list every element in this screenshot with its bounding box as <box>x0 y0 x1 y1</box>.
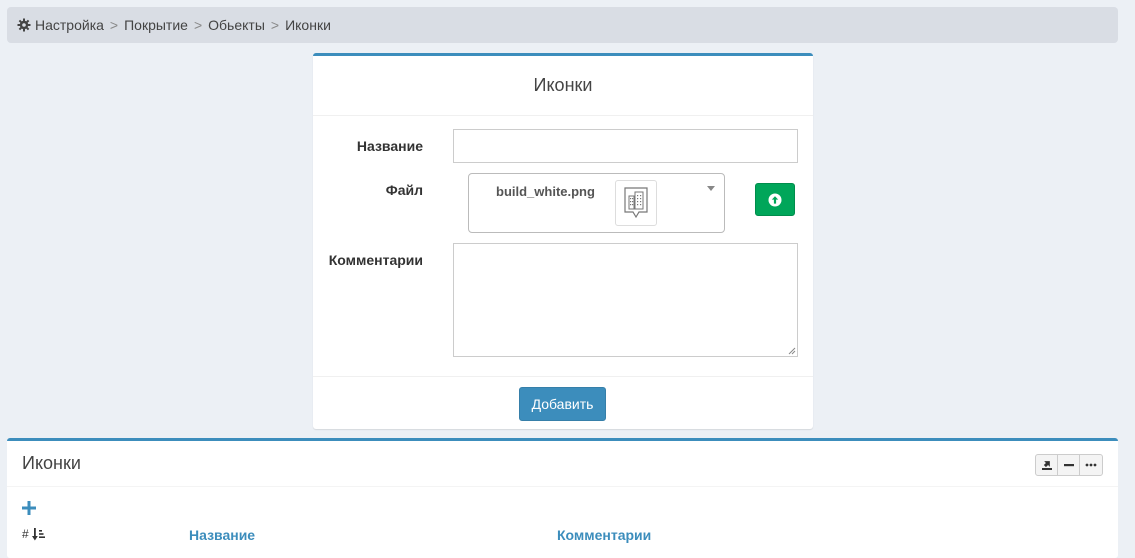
file-select-value: build_white.png <box>496 184 595 199</box>
hash-label: # <box>22 527 29 541</box>
gear-icon <box>17 18 31 32</box>
arrow-circle-up-icon <box>768 193 782 207</box>
breadcrumb-item-objects[interactable]: Обьекты <box>208 17 265 33</box>
comment-label: Комментарии <box>328 252 423 268</box>
column-header-name[interactable]: Название <box>189 527 255 543</box>
form-title: Иконки <box>313 56 813 116</box>
file-label: Файл <box>385 182 423 198</box>
export-button[interactable] <box>1036 455 1058 475</box>
more-button[interactable] <box>1080 455 1102 475</box>
column-header-hash[interactable]: # <box>22 527 46 541</box>
breadcrumb-separator: > <box>270 17 280 33</box>
list-title: Иконки <box>22 453 81 473</box>
breadcrumb: Настройка > Покрытие > Обьекты > Иконки <box>7 7 1118 43</box>
breadcrumb-item-settings[interactable]: Настройка <box>35 17 104 33</box>
icons-list-panel: Иконки # Название Комментарии <box>7 438 1118 558</box>
panel-tools <box>1035 454 1103 476</box>
file-select[interactable]: build_white.png <box>468 173 725 233</box>
ellipsis-icon <box>1085 463 1097 467</box>
chevron-down-icon <box>707 186 715 191</box>
name-label: Название <box>356 138 423 154</box>
add-icon-form: Иконки Название Файл build_white.png Ком… <box>313 53 813 429</box>
breadcrumb-separator: > <box>193 17 203 33</box>
breadcrumb-separator: > <box>109 17 119 33</box>
column-header-comment[interactable]: Комментарии <box>557 527 651 543</box>
breadcrumb-item-icons: Иконки <box>285 17 331 33</box>
breadcrumb-item-coverage[interactable]: Покрытие <box>124 17 188 33</box>
plus-icon[interactable] <box>22 501 36 515</box>
comment-textarea[interactable] <box>453 243 798 357</box>
collapse-button[interactable] <box>1058 455 1080 475</box>
minus-icon <box>1063 460 1074 470</box>
add-button[interactable]: Добавить <box>519 387 606 421</box>
resize-grip-icon[interactable] <box>788 347 796 355</box>
name-input[interactable] <box>453 129 798 163</box>
list-divider <box>7 486 1118 487</box>
export-icon <box>1041 459 1053 471</box>
building-marker-icon <box>615 180 657 226</box>
upload-button[interactable] <box>755 183 795 216</box>
form-footer-divider <box>313 376 813 377</box>
sort-amount-down-icon <box>31 527 46 541</box>
